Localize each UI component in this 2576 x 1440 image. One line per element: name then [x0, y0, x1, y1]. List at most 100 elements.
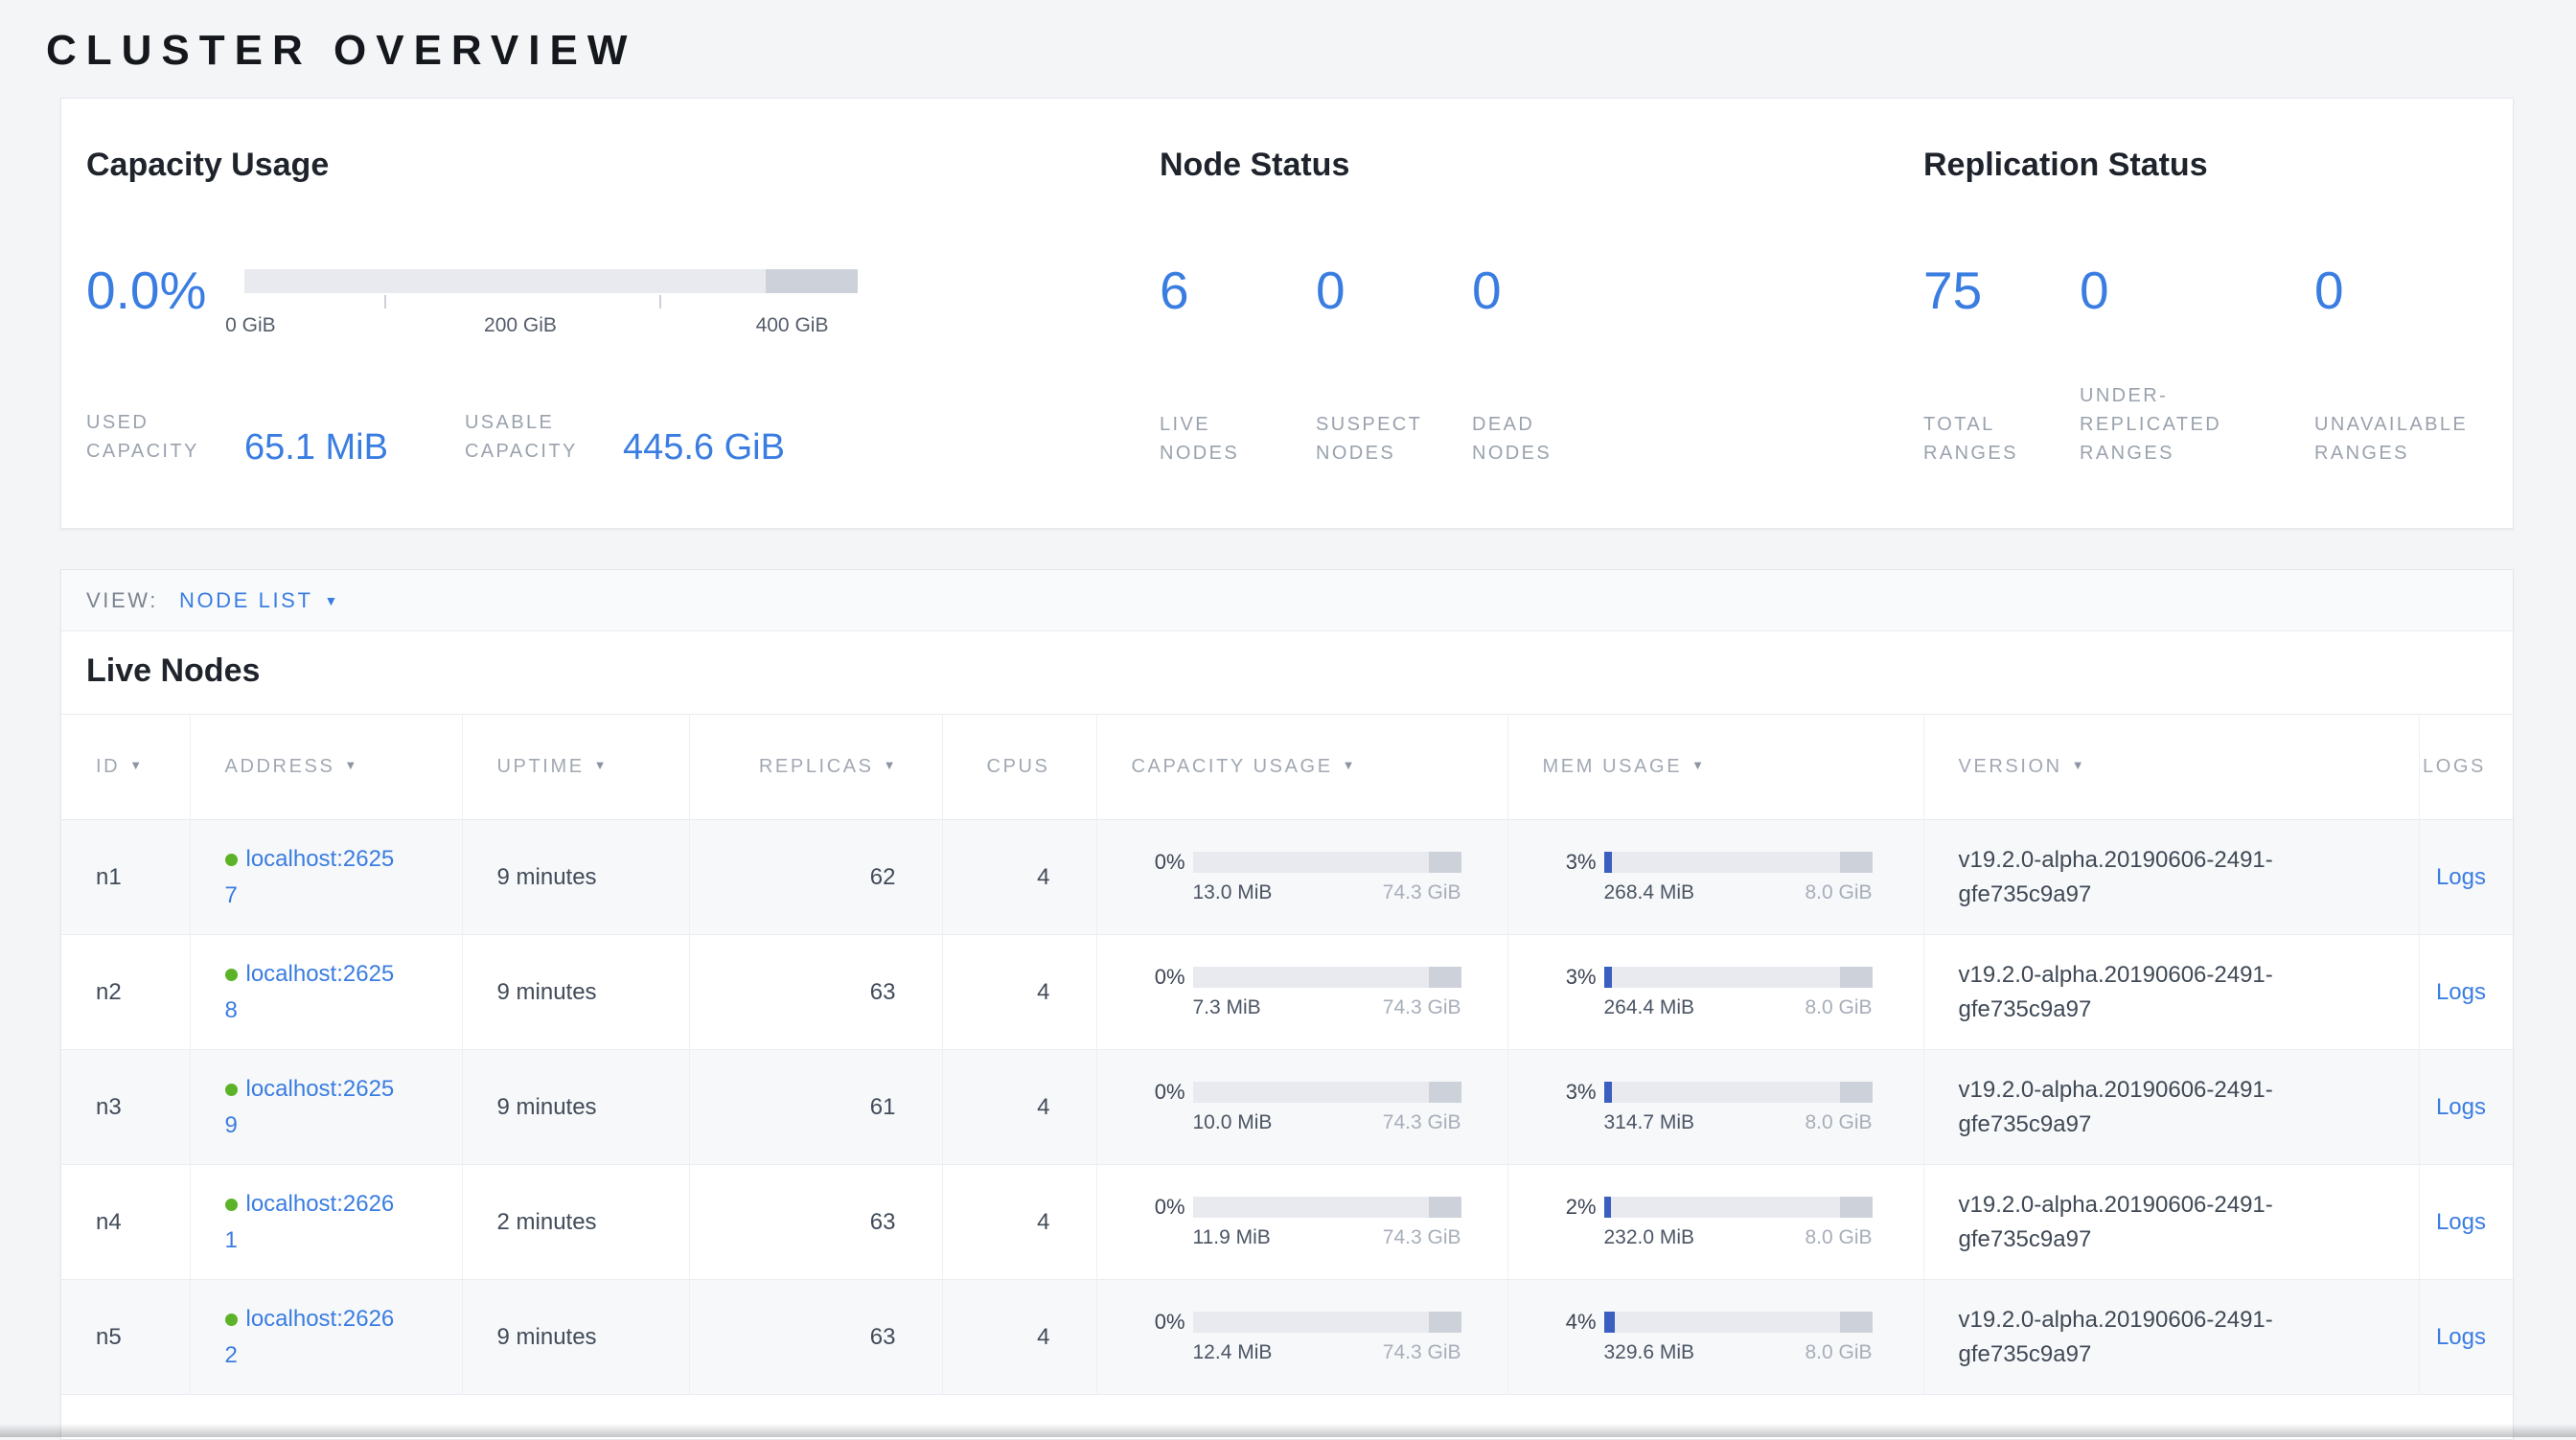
under-replicated-ranges-label: UNDER- REPLICATED RANGES: [2080, 381, 2314, 468]
mem-max-value: 8.0 GiB: [1805, 881, 1872, 904]
mem-bar-fill: [1604, 852, 1612, 873]
node-version: v19.2.0-alpha.20190606-2491-gfe735c9a97: [1959, 1303, 2380, 1372]
logs-link[interactable]: Logs: [2436, 979, 2486, 1005]
total-ranges-count: 75: [1923, 264, 2080, 317]
unavailable-ranges-stat: 0 UNAVAILABLE RANGES: [2314, 264, 2468, 468]
node-address-cell: localhost:26259: [190, 1050, 462, 1165]
mem-percent-label: 3%: [1543, 1080, 1597, 1105]
capacity-used-value: 13.0 MiB: [1193, 881, 1273, 904]
column-label: LOGS: [2423, 756, 2486, 777]
table-row: n3 localhost:26259 9 minutes 61 4 0% 10.…: [61, 1050, 2514, 1165]
capacity-percent-label: 0%: [1132, 1310, 1185, 1335]
node-id-cell: n4: [61, 1165, 190, 1280]
mem-usage-cell: 4% 329.6 MiB 8.0 GiB: [1507, 1280, 1923, 1395]
mem-max-value: 8.0 GiB: [1805, 1341, 1872, 1364]
sort-caret-icon: ▼: [1691, 758, 1704, 772]
node-address-link[interactable]: localhost:26258: [225, 956, 396, 1027]
capacity-percent-label: 0%: [1132, 1195, 1185, 1220]
logs-link[interactable]: Logs: [2436, 1324, 2486, 1350]
used-capacity-label: USED CAPACITY: [86, 408, 244, 466]
table-row: n4 localhost:26261 2 minutes 63 4 0% 11.…: [61, 1165, 2514, 1280]
node-cpus-cell: 4: [942, 1050, 1096, 1165]
table-row: n5 localhost:26262 9 minutes 63 4 0% 12.…: [61, 1280, 2514, 1395]
mem-max-value: 8.0 GiB: [1805, 1226, 1872, 1249]
node-uptime: 9 minutes: [497, 1094, 597, 1120]
unavailable-ranges-label: UNAVAILABLE RANGES: [2314, 410, 2468, 468]
mem-mini-bar: [1604, 1197, 1873, 1218]
node-version-cell: v19.2.0-alpha.20190606-2491-gfe735c9a97: [1923, 1165, 2419, 1280]
total-ranges-stat: 75 TOTAL RANGES: [1923, 264, 2080, 468]
mem-usage-widget: 3% 264.4 MiB 8.0 GiB: [1543, 965, 1923, 1019]
node-uptime-cell: 9 minutes: [462, 1050, 689, 1165]
capacity-mini-bar: [1193, 1197, 1461, 1218]
live-status-dot-icon: [225, 1084, 238, 1096]
capacity-max-value: 74.3 GiB: [1383, 996, 1461, 1019]
capacity-mini-bar: [1193, 1082, 1461, 1103]
total-ranges-label: TOTAL RANGES: [1923, 410, 2080, 468]
capacity-usage-title: Capacity Usage: [86, 147, 1160, 184]
node-version: v19.2.0-alpha.20190606-2491-gfe735c9a97: [1959, 1188, 2380, 1257]
column-header-uptime[interactable]: UPTIME▼: [462, 715, 689, 820]
node-address-cell: localhost:26261: [190, 1165, 462, 1280]
sort-caret-icon: ▼: [2072, 758, 2084, 772]
dead-nodes-count: 0: [1472, 264, 1628, 317]
suspect-nodes-stat: 0 SUSPECT NODES: [1316, 264, 1472, 468]
column-label: MEM USAGE: [1543, 756, 1683, 777]
mem-usage-cell: 3% 264.4 MiB 8.0 GiB: [1507, 935, 1923, 1050]
node-address-cell: localhost:26262: [190, 1280, 462, 1395]
node-address-text: localhost:26262: [225, 1306, 395, 1367]
capacity-bar-reserved-segment: [1429, 1082, 1461, 1103]
node-uptime: 9 minutes: [497, 1324, 597, 1350]
capacity-usage-cell: 0% 10.0 MiB 74.3 GiB: [1096, 1050, 1507, 1165]
sort-caret-icon: ▼: [1343, 758, 1355, 772]
capacity-usage-cell: 0% 12.4 MiB 74.3 GiB: [1096, 1280, 1507, 1395]
column-header-replicas[interactable]: REPLICAS▼: [689, 715, 942, 820]
logs-cell: Logs: [2419, 935, 2514, 1050]
capacity-usage-widget: 0% 13.0 MiB 74.3 GiB: [1132, 850, 1507, 904]
node-id-cell: n5: [61, 1280, 190, 1395]
logs-link[interactable]: Logs: [2436, 1209, 2486, 1235]
node-replicas: 63: [870, 1209, 896, 1235]
node-id: n5: [96, 1324, 122, 1350]
view-selector-dropdown[interactable]: NODE LIST ▼: [179, 588, 337, 613]
capacity-gauge: 0 GiB200 GiB400 GiB: [244, 269, 858, 317]
mem-max-value: 8.0 GiB: [1805, 1111, 1872, 1134]
node-id: n1: [96, 864, 122, 890]
column-header-logs: LOGS: [2419, 715, 2514, 820]
logs-link[interactable]: Logs: [2436, 864, 2486, 890]
node-address-link[interactable]: localhost:26262: [225, 1301, 396, 1372]
cluster-overview-page: CLUSTER OVERVIEW Capacity Usage 0.0% 0 G…: [0, 0, 2576, 1440]
capacity-percent-label: 0%: [1132, 850, 1185, 875]
node-version: v19.2.0-alpha.20190606-2491-gfe735c9a97: [1959, 843, 2380, 912]
node-uptime: 2 minutes: [497, 1209, 597, 1235]
replication-stats: 75 TOTAL RANGES 0 UNDER- REPLICATED RANG…: [1923, 264, 2513, 468]
unavailable-ranges-count: 0: [2314, 264, 2468, 317]
column-header-capacity-usage[interactable]: CAPACITY USAGE▼: [1096, 715, 1507, 820]
capacity-max-value: 74.3 GiB: [1383, 1111, 1461, 1134]
capacity-used-value: 11.9 MiB: [1193, 1226, 1271, 1249]
mem-bar-reserved-segment: [1840, 852, 1873, 873]
node-id: n3: [96, 1094, 122, 1120]
logs-link[interactable]: Logs: [2436, 1094, 2486, 1120]
capacity-usage-cell: 0% 13.0 MiB 74.3 GiB: [1096, 820, 1507, 935]
node-address-link[interactable]: localhost:26259: [225, 1071, 396, 1142]
mem-used-value: 314.7 MiB: [1604, 1111, 1695, 1134]
column-header-address[interactable]: ADDRESS▼: [190, 715, 462, 820]
node-address-link[interactable]: localhost:26261: [225, 1186, 396, 1257]
live-nodes-title: Live Nodes: [61, 631, 2513, 714]
node-status-section: Node Status 6 LIVE NODES 0 SUSPECT NODES…: [1160, 147, 1923, 528]
usable-capacity-label: USABLE CAPACITY: [465, 408, 623, 466]
mem-usage-cell: 2% 232.0 MiB 8.0 GiB: [1507, 1165, 1923, 1280]
capacity-mini-bar: [1193, 1312, 1461, 1333]
column-header-version[interactable]: VERSION▼: [1923, 715, 2419, 820]
column-header-id[interactable]: ID▼: [61, 715, 190, 820]
node-address-link[interactable]: localhost:26257: [225, 841, 396, 912]
sort-caret-icon: ▼: [129, 758, 142, 772]
capacity-usage-cell: 0% 7.3 MiB 74.3 GiB: [1096, 935, 1507, 1050]
node-version-cell: v19.2.0-alpha.20190606-2491-gfe735c9a97: [1923, 1050, 2419, 1165]
capacity-usage-widget: 0% 12.4 MiB 74.3 GiB: [1132, 1310, 1507, 1364]
capacity-bar-reserved-segment: [1429, 1312, 1461, 1333]
suspect-nodes-label: SUSPECT NODES: [1316, 410, 1472, 468]
column-header-mem-usage[interactable]: MEM USAGE ▼: [1507, 715, 1923, 820]
live-status-dot-icon: [225, 969, 238, 981]
